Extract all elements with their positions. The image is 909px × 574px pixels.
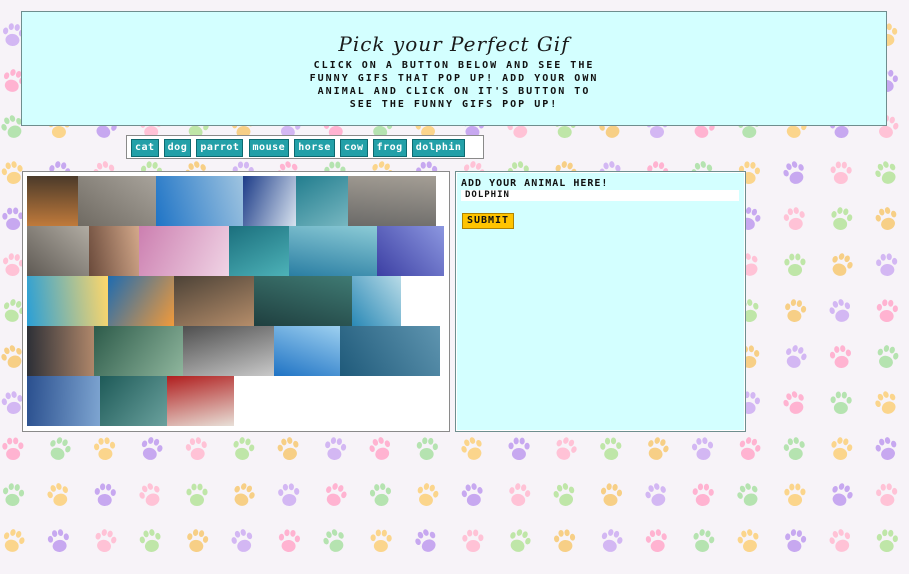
animal-buttons: cat dog parrot mouse horse cow frog dolp… [126,135,484,159]
gif-dolphin-jump[interactable] [243,176,296,226]
add-animal-label: Add your animal here! [461,178,609,189]
gif-dolphin-underwater[interactable] [229,226,289,276]
gif-dolphin-boat[interactable] [352,276,401,326]
gif-white-dolphin[interactable] [274,326,340,376]
gif-dolphin-pod[interactable] [289,226,377,276]
gif-dolphins-leap[interactable] [183,326,274,376]
gif-tv-dolphin[interactable] [89,226,139,276]
page-subtitle: Click on a button below and see the funn… [309,60,599,110]
gif-dolphin-trainer[interactable] [27,326,94,376]
animal-button-dog[interactable]: dog [163,139,192,157]
animal-button-cat[interactable]: cat [131,139,159,157]
animal-button-cow[interactable]: cow [339,139,368,157]
animal-button-frog[interactable]: frog [372,139,407,157]
gif-dolphin-sea[interactable] [27,376,100,426]
gif-results-panel [22,171,450,432]
add-animal-form: Add your animal here! dolphin Submit [455,171,746,432]
gif-cartoon-dolphin[interactable] [139,226,229,276]
gif-just-chill[interactable] [27,276,108,326]
gif-dolphin-person[interactable] [348,176,436,226]
gif-dolphin-ocean[interactable] [340,326,440,376]
animal-button-horse[interactable]: horse [294,139,335,157]
gif-dolphin-castle[interactable] [377,226,444,276]
gif-cat-dolphin-1[interactable] [27,176,78,226]
animal-button-parrot[interactable]: parrot [196,139,244,157]
gif-dolphin-splash[interactable] [94,326,183,376]
gif-cartoon-dolphin-podium[interactable] [167,376,234,426]
animal-input[interactable]: dolphin [461,190,739,201]
gif-cat-dolphin-3[interactable] [174,276,254,326]
page-header: Pick your Perfect Gif Click on a button … [21,11,887,126]
gif-cat-dolphin-2[interactable] [78,176,156,226]
gif-dolphin-closeup[interactable] [254,276,352,326]
gif-dolphin-show[interactable] [100,376,167,426]
animal-button-mouse[interactable]: mouse [248,139,290,157]
gif-dolphin-smile[interactable] [156,176,243,226]
gif-dolphin-cartoon-surf[interactable] [108,276,174,326]
page-title: Pick your Perfect Gif [338,32,570,56]
gif-dolphin-surf[interactable] [296,176,348,226]
gif-hand-dolphin[interactable] [27,226,89,276]
animal-button-dolphin[interactable]: dolphin [411,139,466,157]
submit-button[interactable]: Submit [462,213,514,229]
